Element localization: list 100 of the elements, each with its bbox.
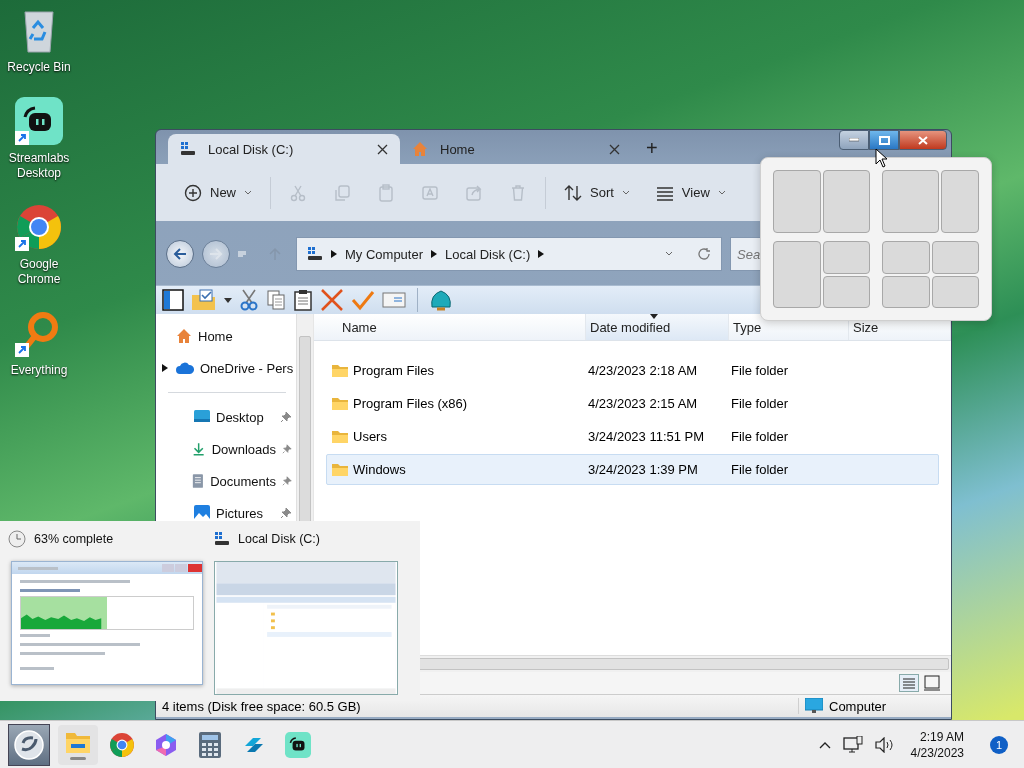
- column-header[interactable]: Date modified: [586, 314, 729, 340]
- table-cell-text: File folder: [731, 363, 790, 378]
- snap-zone[interactable]: [931, 275, 979, 308]
- snap-zone[interactable]: [882, 241, 930, 274]
- copy-icon: [333, 183, 351, 202]
- cloud-icon: [176, 362, 194, 374]
- snap-zone[interactable]: [941, 170, 979, 233]
- table-cell-text: 4/23/2023 2:15 AM: [587, 396, 699, 411]
- sidebar-item[interactable]: Home: [156, 320, 296, 352]
- start-button[interactable]: [8, 723, 50, 766]
- sidebar-item[interactable]: Desktop: [156, 401, 296, 433]
- snap-zone[interactable]: [822, 170, 870, 233]
- maximize-button[interactable]: [869, 130, 899, 150]
- back-arrow-icon: [173, 248, 187, 260]
- explorer-app-icon[interactable]: [58, 724, 98, 765]
- desktop-icon: [194, 410, 210, 424]
- envelope-icon[interactable]: [382, 292, 406, 308]
- delete-x-icon[interactable]: [320, 289, 344, 311]
- close-button[interactable]: [899, 130, 947, 150]
- new-button[interactable]: New: [174, 177, 262, 208]
- chevron-up-icon[interactable]: [818, 740, 831, 749]
- close-tab-icon[interactable]: [609, 143, 620, 155]
- explorer-window-thumbnail[interactable]: [214, 560, 398, 695]
- snap-zone[interactable]: [773, 241, 821, 308]
- clock-icon: [8, 530, 26, 548]
- preview-view-icon[interactable]: [923, 674, 941, 692]
- dropdown-icon[interactable]: [224, 297, 232, 303]
- folder-icon: [331, 395, 349, 412]
- chevron-down-icon: [621, 189, 630, 196]
- minimize-icon: [849, 138, 859, 142]
- new-tab-button[interactable]: +: [632, 136, 672, 164]
- progress-dialog-thumbnail[interactable]: [11, 561, 203, 685]
- snap-zone[interactable]: [822, 275, 870, 308]
- picture-icon: [194, 505, 210, 521]
- streamlabs-icon[interactable]: [15, 97, 63, 145]
- snap-zone[interactable]: [882, 275, 930, 308]
- download-icon: [192, 441, 206, 457]
- close-icon: [918, 135, 928, 145]
- computer-icon: [805, 698, 823, 714]
- desktop-icon-label[interactable]: Recycle Bin: [7, 60, 71, 75]
- plus-circle-icon: [184, 183, 202, 202]
- snap-zone[interactable]: [773, 170, 821, 233]
- panel-icon[interactable]: [162, 289, 184, 311]
- history-icon[interactable]: [238, 250, 246, 258]
- desktop-icon-label[interactable]: Google Chrome: [0, 257, 78, 287]
- folder-icon: [331, 461, 349, 478]
- details-view-icon[interactable]: [899, 674, 919, 692]
- pin-icon: [281, 475, 292, 487]
- checkmark-icon[interactable]: [351, 289, 375, 311]
- location-text: Computer: [829, 698, 887, 714]
- back-button[interactable]: [166, 240, 194, 268]
- snap-zone[interactable]: [931, 241, 979, 274]
- shell-icon[interactable]: [429, 289, 453, 311]
- notification-badge[interactable]: 1: [990, 735, 1008, 754]
- snap-zone[interactable]: [822, 241, 870, 274]
- file-name: Windows: [353, 462, 406, 477]
- drive-icon: [180, 141, 196, 157]
- sidebar-item[interactable]: OneDrive - Pers: [156, 352, 296, 384]
- file-row[interactable]: Users 3/24/2023 11:51 PM File folder: [326, 421, 939, 452]
- desktop-icon-label[interactable]: Everything: [10, 363, 68, 378]
- file-name: Program Files (x86): [353, 396, 468, 411]
- document-icon: [192, 473, 205, 489]
- forward-button[interactable]: [202, 240, 230, 268]
- maximize-icon: [878, 135, 890, 145]
- desktop-icon-label[interactable]: Streamlabs Desktop: [0, 151, 78, 181]
- view-button[interactable]: View: [645, 177, 736, 208]
- clock[interactable]: 2:19 AM 4/23/2023: [910, 728, 964, 761]
- file-row[interactable]: Program Files 4/23/2023 2:18 AM File folder: [326, 355, 939, 386]
- file-name: Program Files: [353, 363, 434, 378]
- window-buttons-icon: [162, 564, 202, 572]
- drive-icon: [307, 246, 323, 262]
- breadcrumb[interactable]: My Computer: [345, 246, 424, 262]
- sidebar-item[interactable]: Downloads: [156, 433, 296, 465]
- address-bar[interactable]: My Computer Local Disk (C:): [296, 237, 722, 271]
- file-row[interactable]: Windows 3/24/2023 1:39 PM File folder: [326, 454, 939, 485]
- clipboard-icon[interactable]: [293, 289, 313, 311]
- sidebar-item[interactable]: Documents: [156, 465, 296, 497]
- minimize-button[interactable]: [839, 130, 869, 150]
- sidebar-item[interactable]: Pictures: [156, 497, 296, 529]
- scissors-icon[interactable]: [239, 289, 259, 311]
- folder-check-icon[interactable]: [191, 289, 217, 311]
- folder-icon: [331, 362, 349, 379]
- chevron-down-icon: [665, 251, 673, 257]
- sort-icon: [564, 183, 582, 202]
- snap-zone[interactable]: [882, 170, 939, 233]
- refresh-icon[interactable]: [697, 247, 711, 261]
- chevron-right-icon: [162, 364, 168, 372]
- tab[interactable]: Home: [400, 134, 632, 164]
- close-tab-icon[interactable]: [377, 143, 388, 155]
- breadcrumb[interactable]: Local Disk (C:): [445, 246, 531, 262]
- chevron-down-icon: [717, 189, 726, 196]
- home-icon: [176, 328, 192, 344]
- sort-button[interactable]: Sort: [554, 177, 640, 208]
- tab[interactable]: Local Disk (C:): [168, 134, 400, 164]
- file-row[interactable]: Program Files (x86) 4/23/2023 2:15 AM File folder: [326, 388, 939, 419]
- copy-icon[interactable]: [266, 289, 286, 311]
- sort-arrow-icon: [650, 314, 658, 319]
- speaker-icon[interactable]: [874, 736, 895, 753]
- chrome-icon[interactable]: [15, 203, 63, 251]
- network-icon[interactable]: [842, 735, 863, 754]
